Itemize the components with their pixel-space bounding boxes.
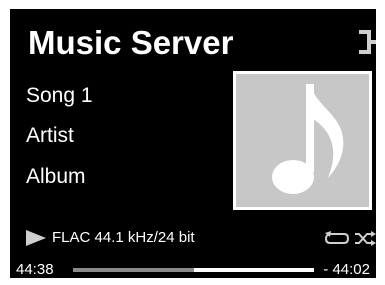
player-screen: Music Server Song 1 Artist Album FLAC 44…	[10, 9, 376, 278]
audio-format: FLAC 44.1 kHz/24 bit	[52, 229, 195, 246]
input-source-icon[interactable]	[359, 29, 376, 55]
artist-name: Artist	[26, 124, 74, 147]
music-note-icon	[272, 84, 344, 194]
elapsed-time: 44:38	[16, 261, 54, 278]
progress-bar-played	[73, 268, 194, 272]
song-title: Song 1	[26, 84, 93, 107]
remaining-time: - 44:02	[323, 261, 370, 278]
progress-bar[interactable]	[73, 268, 314, 272]
album-name: Album	[26, 165, 86, 188]
album-art	[233, 71, 372, 210]
page-title: Music Server	[28, 24, 234, 61]
repeat-icon[interactable]	[324, 231, 350, 246]
play-icon[interactable]	[26, 230, 46, 246]
shuffle-icon[interactable]	[354, 231, 376, 246]
